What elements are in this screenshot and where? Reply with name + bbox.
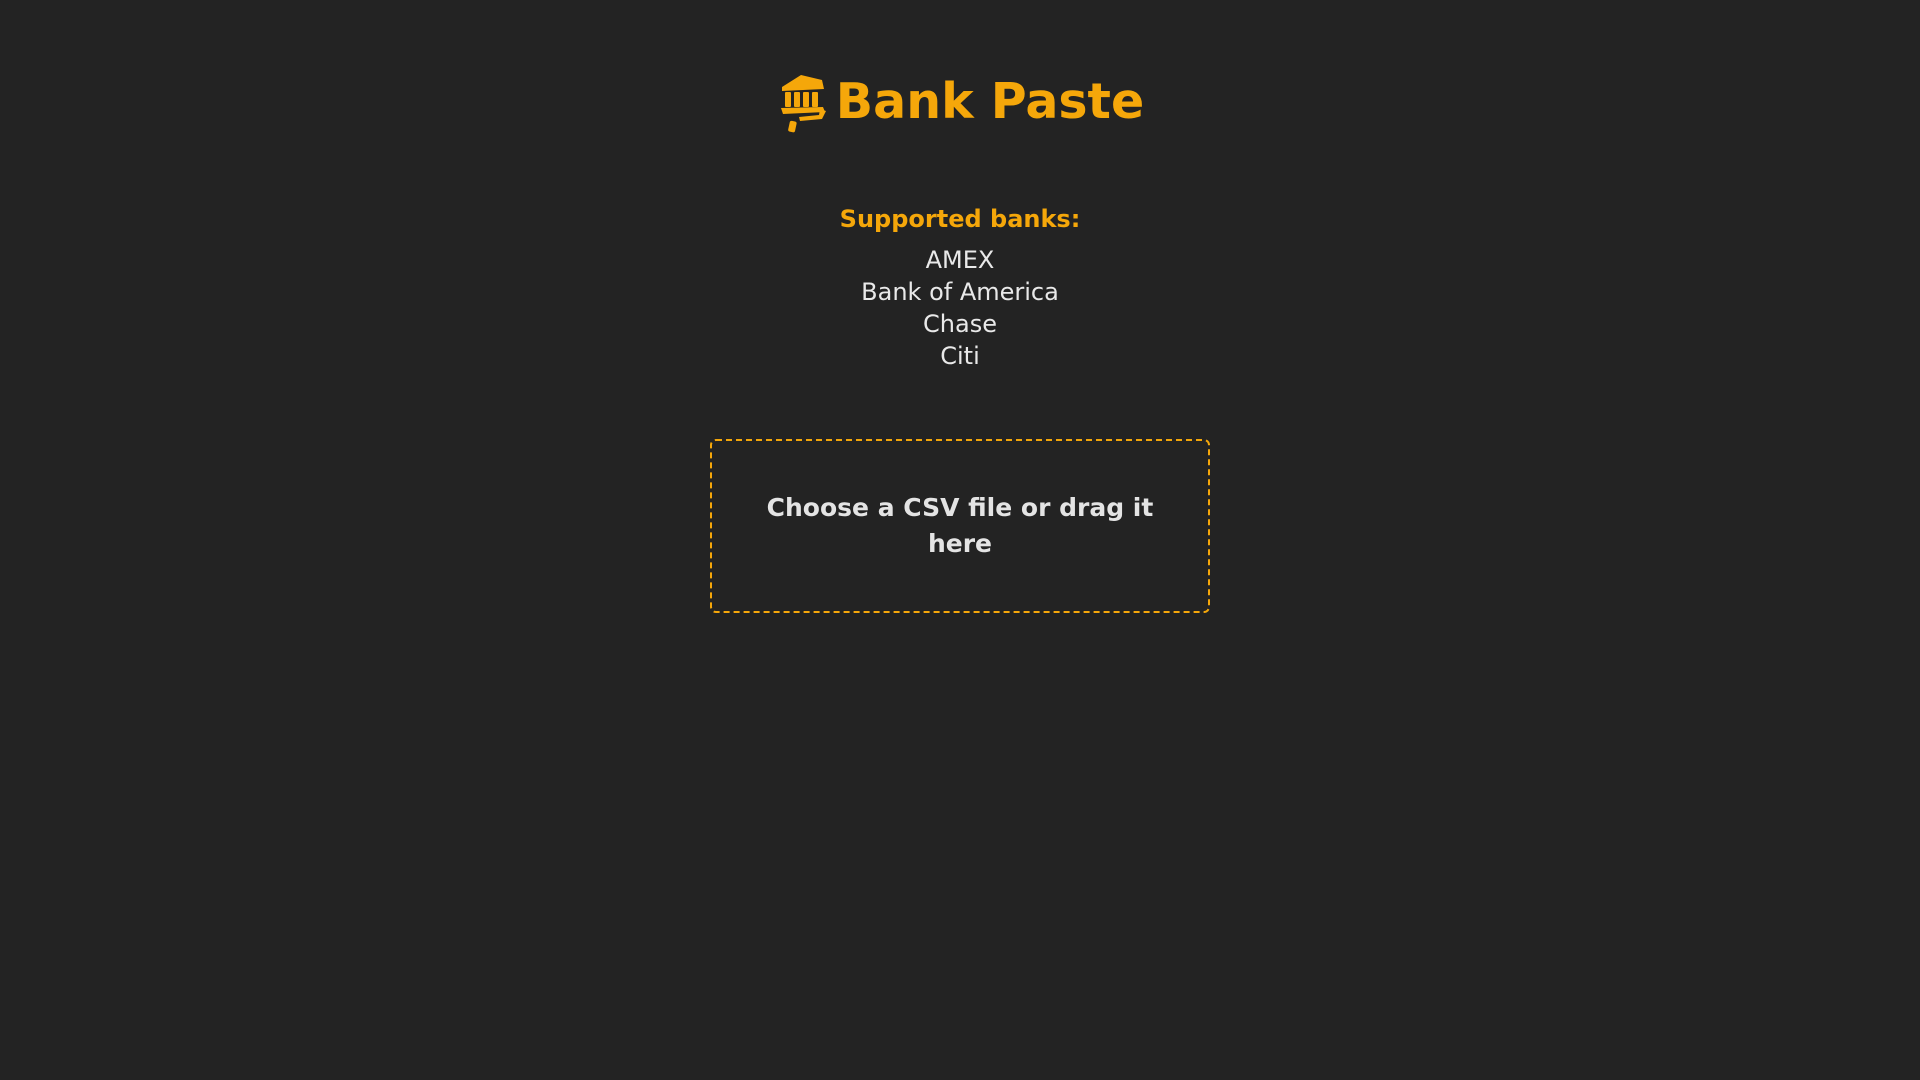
supported-banks: Supported banks: AMEX Bank of America Ch… [840,204,1081,372]
header: Bank Paste [776,70,1144,134]
bank-paint-roller-icon [776,71,830,133]
dropzone-label: Choose a CSV file or drag it here [766,493,1154,558]
supported-banks-heading: Supported banks: [839,205,1081,233]
page: Bank Paste Supported banks: AMEX Bank of… [0,0,1920,1080]
bank-item-amex: AMEX [925,246,995,274]
bank-item-chase: Chase [923,310,997,338]
bank-item-citi: Citi [940,342,980,370]
csv-dropzone[interactable]: Choose a CSV file or drag it here [710,439,1210,613]
app-title: Bank Paste [835,73,1145,130]
bank-list: AMEX Bank of America Chase Citi [840,244,1081,372]
bank-item-bank-of-america: Bank of America [861,278,1059,306]
